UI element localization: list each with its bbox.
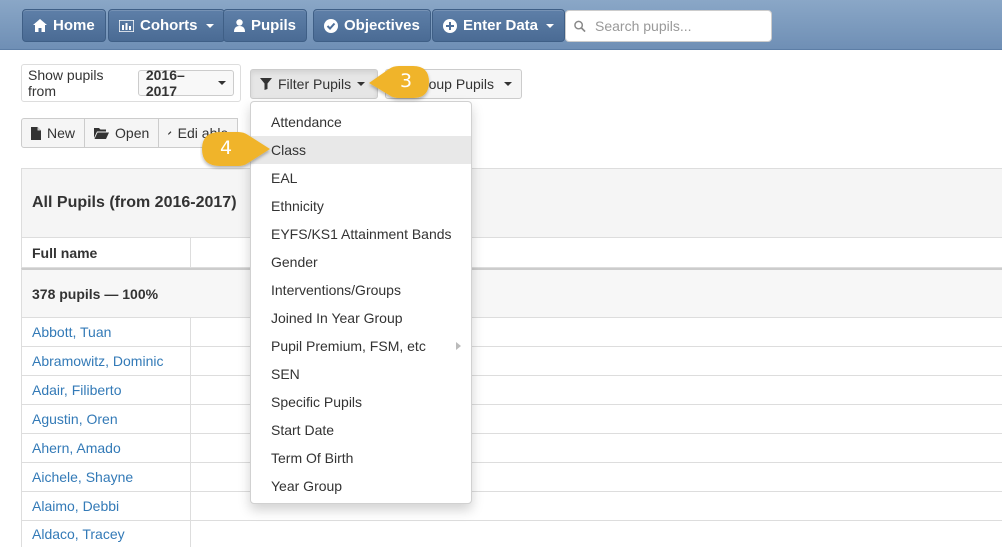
filter-menu-item-pupil-premium[interactable]: Pupil Premium, FSM, etc [251, 332, 471, 360]
table-row: Agustin, Oren [21, 405, 1002, 434]
pupil-link[interactable]: Adair, Filiberto [32, 382, 121, 398]
filter-menu-item-sen[interactable]: SEN [251, 360, 471, 388]
filter-dropdown-menu: Attendance Class EAL Ethnicity EYFS/KS1 … [250, 101, 472, 504]
step-3-callout: 3 [367, 63, 433, 103]
table-row: Adair, Filiberto [21, 376, 1002, 405]
home-icon [33, 19, 47, 32]
filter-icon [260, 78, 272, 90]
open-button[interactable]: Open [84, 118, 160, 148]
filter-menu-item-term-of-birth[interactable]: Term Of Birth [251, 444, 471, 472]
filter-menu-item-gender[interactable]: Gender [251, 248, 471, 276]
pupil-link[interactable]: Alaimo, Debbi [32, 498, 119, 514]
pupils-label: Pupils [251, 17, 297, 34]
search-input[interactable] [593, 17, 763, 35]
group-pupils-label: oup Pupils [428, 76, 494, 92]
filter-menu-item-joined-in-year[interactable]: Joined In Year Group [251, 304, 471, 332]
enter-data-label: Enter Data [463, 17, 539, 34]
pupil-link[interactable]: Abbott, Tuan [32, 324, 111, 340]
search-box [565, 10, 772, 42]
step-3-number: 3 [399, 70, 413, 92]
enter-data-button[interactable]: Enter Data [432, 9, 566, 42]
bar-chart-icon [119, 19, 134, 32]
full-name-header[interactable]: Full name [22, 238, 191, 267]
cohorts-label: Cohorts [140, 17, 198, 34]
pupil-link[interactable]: Aldaco, Tracey [32, 526, 125, 542]
objectives-label: Objectives [344, 17, 420, 34]
callout-arrow-shape [202, 132, 270, 166]
pencil-icon [168, 131, 172, 135]
pupil-link[interactable]: Abramowitz, Dominic [32, 353, 163, 369]
check-circle-icon [324, 18, 338, 33]
home-label: Home [53, 17, 95, 34]
pupil-link[interactable]: Ahern, Amado [32, 440, 121, 456]
filter-pupils-label: Filter Pupils [278, 76, 352, 92]
cohorts-button[interactable]: Cohorts [108, 9, 225, 42]
user-icon [234, 19, 245, 32]
step-4-callout: 4 [200, 130, 272, 170]
chevron-down-icon [504, 82, 512, 86]
plus-circle-icon [443, 18, 457, 33]
pupil-link[interactable]: Aichele, Shayne [32, 469, 133, 485]
pupil-premium-label: Pupil Premium, FSM, etc [271, 338, 426, 354]
chevron-down-icon [357, 82, 366, 86]
filter-menu-item-attendance[interactable]: Attendance [251, 108, 471, 136]
filter-menu-item-start-date[interactable]: Start Date [251, 416, 471, 444]
step-4-number: 4 [219, 137, 233, 159]
filter-menu-item-interventions[interactable]: Interventions/Groups [251, 276, 471, 304]
file-icon [31, 126, 41, 140]
new-button[interactable]: New [21, 118, 86, 148]
chevron-down-icon [546, 23, 555, 28]
show-pupils-label: Show pupils from [28, 67, 104, 99]
year-select[interactable]: 2016–2017 [137, 67, 234, 99]
filter-menu-item-eal[interactable]: EAL [251, 164, 471, 192]
filter-menu-item-year-group[interactable]: Year Group [251, 472, 471, 500]
filter-pupils-button[interactable]: Filter Pupils [250, 69, 378, 99]
table-row: Abbott, Tuan [21, 318, 1002, 347]
table-row: Aichele, Shayne [21, 463, 1002, 492]
filter-menu-item-ethnicity[interactable]: Ethnicity [251, 192, 471, 220]
table-row: Aldaco, Tracey [21, 521, 1002, 547]
open-label: Open [115, 125, 150, 141]
table-row: Ahern, Amado [21, 434, 1002, 463]
objectives-button[interactable]: Objectives [313, 9, 431, 42]
home-button[interactable]: Home [22, 9, 106, 42]
filter-menu-item-specific-pupils[interactable]: Specific Pupils [251, 388, 471, 416]
folder-open-icon [94, 128, 110, 139]
top-navbar: Home Cohorts Pupils Objectives Enter Dat… [0, 0, 1002, 50]
pupil-link[interactable]: Agustin, Oren [32, 411, 118, 427]
year-value: 2016–2017 [145, 67, 185, 99]
filter-menu-item-eyfs-ks1[interactable]: EYFS/KS1 Attainment Bands [251, 220, 471, 248]
year-filter-well: Show pupils from 2016–2017 [21, 64, 241, 102]
table-row: Alaimo, Debbi [21, 492, 1002, 521]
table-row: Abramowitz, Dominic [21, 347, 1002, 376]
chevron-right-icon [456, 342, 461, 350]
table-title: All Pupils (from 2016-2017) [21, 168, 1002, 238]
chevron-down-icon [205, 23, 214, 28]
search-icon [574, 20, 586, 32]
new-label: New [47, 125, 76, 141]
table-header-row: Full name [21, 238, 1002, 268]
chevron-down-icon [218, 81, 226, 85]
filter-menu-item-class[interactable]: Class [251, 136, 471, 164]
pupils-button[interactable]: Pupils [223, 9, 308, 42]
summary-row: 378 pupils — 100% [21, 268, 1002, 318]
